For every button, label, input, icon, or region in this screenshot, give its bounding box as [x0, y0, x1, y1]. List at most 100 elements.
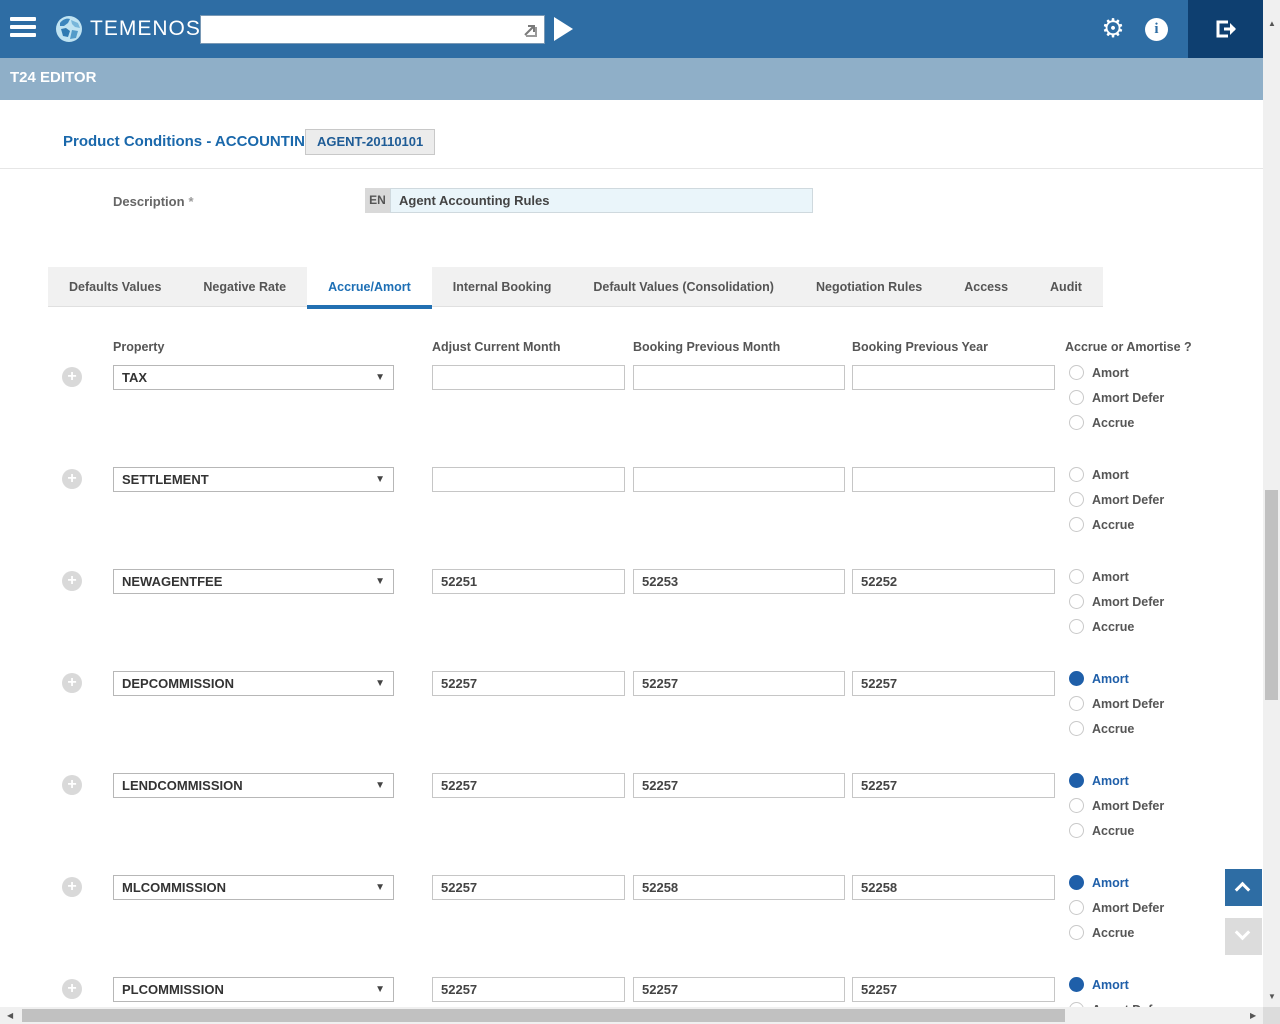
launch-icon[interactable] — [521, 21, 539, 39]
tab-default-values-consolidation-[interactable]: Default Values (Consolidation) — [572, 267, 795, 306]
table-row: + NEWAGENTFEE ▼ Amort Amort Defer Accrue — [0, 561, 1263, 663]
table-row: + PLCOMMISSION ▼ AmortAmort DeferAccrue — [0, 969, 1263, 1007]
adjust-current-month-input[interactable] — [432, 875, 625, 900]
tab-access[interactable]: Access — [943, 267, 1029, 306]
radio-label: Amort Defer — [1092, 799, 1164, 813]
tab-accrue-amort[interactable]: Accrue/Amort — [307, 267, 432, 309]
tab-negotiation-rules[interactable]: Negotiation Rules — [795, 267, 943, 306]
radio-option-amort-defer[interactable]: Amort Defer — [1069, 487, 1164, 512]
scroll-to-top-button[interactable] — [1225, 869, 1262, 906]
radio-option-amort-defer[interactable]: Amort Defer — [1069, 793, 1164, 818]
radio-option-amort-defer[interactable]: Amort Defer — [1069, 997, 1164, 1007]
booking-previous-year-input[interactable] — [852, 875, 1055, 900]
scroll-up-arrow-icon[interactable]: ▲ — [1268, 20, 1276, 28]
radio-circle-icon — [1069, 619, 1084, 634]
radio-option-accrue[interactable]: Accrue — [1069, 716, 1164, 741]
vertical-scrollbar[interactable]: ▲ ▼ — [1263, 0, 1280, 1007]
radio-option-accrue[interactable]: Accrue — [1069, 614, 1164, 639]
radio-label: Accrue — [1092, 824, 1134, 838]
booking-previous-month-input[interactable] — [633, 467, 845, 492]
radio-option-accrue[interactable]: Accrue — [1069, 818, 1164, 843]
radio-option-amort[interactable]: Amort — [1069, 972, 1164, 997]
radio-option-amort-defer[interactable]: Amort Defer — [1069, 691, 1164, 716]
radio-option-amort-defer[interactable]: Amort Defer — [1069, 385, 1164, 410]
brand: TEMENOS — [54, 14, 201, 44]
tab-audit[interactable]: Audit — [1029, 267, 1103, 306]
page-title: Product Conditions - ACCOUNTING — [63, 133, 317, 150]
booking-previous-year-input[interactable] — [852, 467, 1055, 492]
tab-internal-booking[interactable]: Internal Booking — [432, 267, 573, 306]
radio-option-amort[interactable]: Amort — [1069, 360, 1164, 385]
chevron-down-icon: ▼ — [375, 678, 393, 689]
adjust-current-month-input[interactable] — [432, 365, 625, 390]
adjust-current-month-input[interactable] — [432, 671, 625, 696]
description-input[interactable] — [390, 188, 813, 213]
property-dropdown[interactable]: PLCOMMISSION ▼ — [113, 977, 394, 1002]
col-header-adjust-current-month: Adjust Current Month — [432, 340, 560, 354]
chevron-down-icon: ▼ — [375, 474, 393, 485]
add-row-button[interactable]: + — [62, 979, 82, 999]
sign-out-button[interactable] — [1188, 0, 1263, 58]
radio-option-accrue[interactable]: Accrue — [1069, 512, 1164, 537]
scroll-left-arrow-icon[interactable]: ◀ — [7, 1012, 13, 1020]
top-bar: TEMENOS ⚙ i — [0, 0, 1263, 58]
horizontal-scrollbar[interactable]: ◀ ▶ — [0, 1007, 1263, 1024]
tab-negative-rate[interactable]: Negative Rate — [182, 267, 307, 306]
radio-label: Amort Defer — [1092, 595, 1164, 609]
search-input[interactable] — [203, 18, 513, 41]
radio-option-amort-defer[interactable]: Amort Defer — [1069, 895, 1164, 920]
booking-previous-month-input[interactable] — [633, 773, 845, 798]
radio-option-amort-defer[interactable]: Amort Defer — [1069, 589, 1164, 614]
property-dropdown[interactable]: LENDCOMMISSION ▼ — [113, 773, 394, 798]
radio-label: Accrue — [1092, 926, 1134, 940]
booking-previous-month-input[interactable] — [633, 671, 845, 696]
scroll-right-arrow-icon[interactable]: ▶ — [1250, 1012, 1256, 1020]
go-button[interactable] — [554, 17, 573, 41]
booking-previous-month-input[interactable] — [633, 365, 845, 390]
booking-previous-month-input[interactable] — [633, 875, 845, 900]
radio-option-amort[interactable]: Amort — [1069, 564, 1164, 589]
add-row-button[interactable]: + — [62, 469, 82, 489]
booking-previous-year-input[interactable] — [852, 569, 1055, 594]
booking-previous-month-input[interactable] — [633, 569, 845, 594]
add-row-button[interactable]: + — [62, 673, 82, 693]
accrue-amortise-radio-group: AmortAmort DeferAccrue — [1069, 972, 1164, 1007]
add-row-button[interactable]: + — [62, 775, 82, 795]
hamburger-menu-icon[interactable] — [10, 17, 36, 41]
vertical-scrollbar-thumb[interactable] — [1265, 490, 1278, 700]
add-row-button[interactable]: + — [62, 571, 82, 591]
adjust-current-month-input[interactable] — [432, 773, 625, 798]
adjust-current-month-input[interactable] — [432, 569, 625, 594]
add-row-button[interactable]: + — [62, 367, 82, 387]
booking-previous-year-input[interactable] — [852, 977, 1055, 1002]
property-dropdown[interactable]: SETTLEMENT ▼ — [113, 467, 394, 492]
info-icon[interactable]: i — [1145, 18, 1168, 41]
description-label: Description* — [113, 194, 194, 209]
radio-label: Amort — [1092, 774, 1129, 788]
property-dropdown[interactable]: MLCOMMISSION ▼ — [113, 875, 394, 900]
radio-option-amort[interactable]: Amort — [1069, 768, 1164, 793]
radio-option-accrue[interactable]: Accrue — [1069, 920, 1164, 945]
booking-previous-month-input[interactable] — [633, 977, 845, 1002]
property-dropdown[interactable]: TAX ▼ — [113, 365, 394, 390]
radio-option-amort[interactable]: Amort — [1069, 666, 1164, 691]
adjust-current-month-input[interactable] — [432, 977, 625, 1002]
table-row: + LENDCOMMISSION ▼ Amort Amort Defer Accru… — [0, 765, 1263, 867]
radio-option-accrue[interactable]: Accrue — [1069, 410, 1164, 435]
app-title: T24 EDITOR — [10, 69, 96, 86]
scroll-to-bottom-button[interactable] — [1225, 918, 1262, 955]
add-row-button[interactable]: + — [62, 877, 82, 897]
scroll-down-arrow-icon[interactable]: ▼ — [1268, 993, 1276, 1001]
horizontal-scrollbar-thumb[interactable] — [22, 1009, 1065, 1022]
booking-previous-year-input[interactable] — [852, 671, 1055, 696]
record-id-badge: AGENT-20110101 — [305, 129, 435, 155]
radio-option-amort[interactable]: Amort — [1069, 462, 1164, 487]
booking-previous-year-input[interactable] — [852, 773, 1055, 798]
settings-gear-icon[interactable]: ⚙ — [1098, 13, 1128, 45]
property-dropdown[interactable]: NEWAGENTFEE ▼ — [113, 569, 394, 594]
tab-defaults-values[interactable]: Defaults Values — [48, 267, 182, 306]
booking-previous-year-input[interactable] — [852, 365, 1055, 390]
adjust-current-month-input[interactable] — [432, 467, 625, 492]
property-dropdown[interactable]: DEPCOMMISSION ▼ — [113, 671, 394, 696]
radio-option-amort[interactable]: Amort — [1069, 870, 1164, 895]
